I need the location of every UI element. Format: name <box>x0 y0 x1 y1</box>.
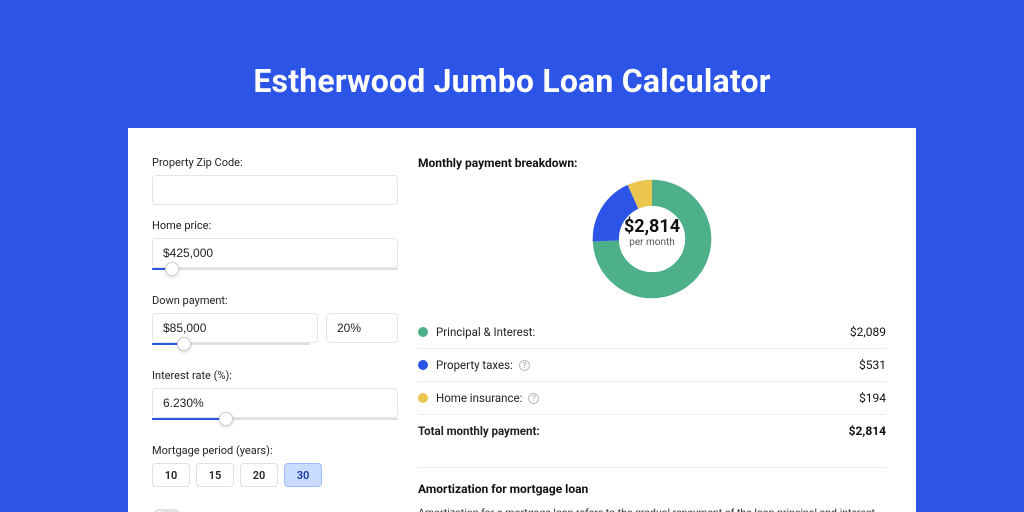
legend-row: Property taxes:? $531 <box>418 349 886 382</box>
down-group: Down payment: <box>152 294 398 351</box>
info-icon[interactable]: ? <box>528 393 539 404</box>
results-column: Monthly payment breakdown: $2,814 per mo… <box>418 156 886 512</box>
down-percent-input[interactable] <box>326 313 398 343</box>
down-label: Down payment: <box>152 294 398 307</box>
page-title: Estherwood Jumbo Loan Calculator <box>0 0 1024 100</box>
price-input[interactable] <box>152 238 398 268</box>
rate-group: Interest rate (%): <box>152 369 398 426</box>
legend-label: Property taxes: <box>436 358 513 372</box>
period-label: Mortgage period (years): <box>152 444 398 457</box>
down-amount-input[interactable] <box>152 313 318 343</box>
legend-dot-icon <box>418 360 428 370</box>
legend-label: Principal & Interest: <box>436 325 535 339</box>
down-slider[interactable] <box>152 343 310 351</box>
period-button-30[interactable]: 30 <box>284 463 322 487</box>
rate-slider[interactable] <box>152 418 398 426</box>
rate-label: Interest rate (%): <box>152 369 398 382</box>
zip-group: Property Zip Code: <box>152 156 398 205</box>
period-button-15[interactable]: 15 <box>196 463 234 487</box>
total-label: Total monthly payment: <box>418 424 540 438</box>
payment-donut-chart: $2,814 per month <box>591 178 713 300</box>
amortization-section: Amortization for mortgage loan Amortizat… <box>418 467 886 512</box>
zip-input[interactable] <box>152 175 398 205</box>
legend-total-row: Total monthly payment: $2,814 <box>418 415 886 447</box>
legend-dot-icon <box>418 327 428 337</box>
inputs-column: Property Zip Code: Home price: Down paym… <box>152 156 398 512</box>
calculator-panel: Property Zip Code: Home price: Down paym… <box>128 128 916 512</box>
breakdown-title: Monthly payment breakdown: <box>418 156 886 170</box>
legend-value: $194 <box>859 391 886 405</box>
info-icon[interactable]: ? <box>519 360 530 371</box>
rate-input[interactable] <box>152 388 398 418</box>
period-button-20[interactable]: 20 <box>240 463 278 487</box>
legend-row: Principal & Interest: $2,089 <box>418 316 886 349</box>
price-slider[interactable] <box>152 268 398 276</box>
zip-label: Property Zip Code: <box>152 156 398 169</box>
donut-amount: $2,814 <box>591 216 713 237</box>
total-value: $2,814 <box>849 424 886 438</box>
amortization-title: Amortization for mortgage loan <box>418 482 886 496</box>
period-group: Mortgage period (years): 10152030 <box>152 444 398 487</box>
legend-value: $2,089 <box>850 325 886 339</box>
price-label: Home price: <box>152 219 398 232</box>
price-group: Home price: <box>152 219 398 276</box>
donut-subtext: per month <box>591 237 713 248</box>
legend-value: $531 <box>859 358 886 372</box>
period-button-10[interactable]: 10 <box>152 463 190 487</box>
legend-label: Home insurance: <box>436 391 522 405</box>
breakdown-legend: Principal & Interest: $2,089 Property taxe… <box>418 316 886 447</box>
amortization-text: Amortization for a mortgage loan refers … <box>418 506 886 512</box>
legend-dot-icon <box>418 393 428 403</box>
legend-row: Home insurance:? $194 <box>418 382 886 415</box>
